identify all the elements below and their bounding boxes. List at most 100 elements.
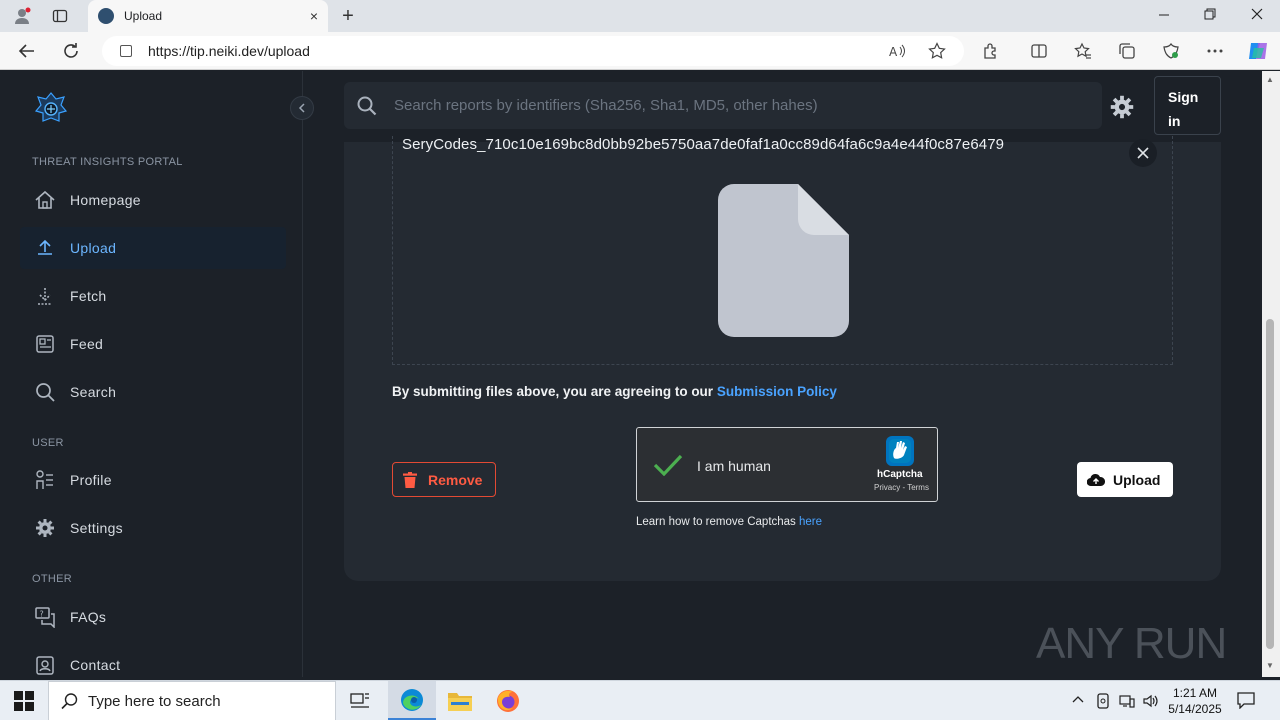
submission-policy-text: By submitting files above, you are agree… [392,384,837,399]
refresh-icon[interactable] [60,40,82,62]
lock-icon [120,45,132,57]
tray-volume-icon[interactable] [1142,693,1158,712]
selected-file-name: SeryCodes_710c10e169bc8d0bb92be5750aa7de… [402,136,1005,153]
split-screen-icon[interactable] [1030,42,1048,60]
upload-button[interactable]: Upload [1077,462,1173,497]
policy-text: By submitting files above, you are agree… [392,384,717,399]
portal-logo-icon[interactable] [34,91,68,127]
sidebar-item-search[interactable]: Search [20,371,286,413]
learn-text: Learn how to remove Captchas [636,516,800,528]
upload-panel: SeryCodes_710c10e169bc8d0bb92be5750aa7de… [344,136,1221,581]
sign-in-label-line2: in [1168,113,1181,129]
anyrun-watermark-logo: ANY RUN [1036,619,1227,668]
report-search-bar[interactable] [344,82,1102,129]
scrollbar-thumb[interactable] [1266,319,1274,649]
url-text: https://tip.neiki.dev/upload [148,43,310,59]
browser-tab-bar: Upload × + [0,0,1280,32]
chevron-left-icon [298,103,305,113]
profile-avatar-icon[interactable] [12,6,32,26]
download-icon [34,285,56,307]
sidebar-item-label: Settings [70,520,123,536]
search-icon [34,381,56,403]
learn-remove-captcha-text: Learn how to remove Captchas here [636,516,822,528]
cloud-upload-icon [1087,473,1105,486]
upload-label: Upload [1113,471,1161,488]
close-tab-icon[interactable]: × [310,8,318,24]
sidebar-item-faqs[interactable]: ? FAQs [20,596,286,638]
tab-actions-icon[interactable] [50,6,70,26]
favorite-star-icon[interactable] [928,42,946,60]
tray-network-icon[interactable] [1119,693,1135,712]
svg-text:A: A [889,45,898,59]
site-favicon-icon [98,8,114,24]
windows-start-icon[interactable] [14,691,34,711]
taskbar-clock[interactable]: 1:21 AM 5/14/2025 [1160,685,1230,717]
taskbar-edge-icon[interactable] [388,681,436,720]
notification-center-icon[interactable] [1236,691,1256,709]
tray-chevron-up-icon[interactable] [1072,693,1084,707]
sidebar-item-label: Profile [70,472,112,488]
task-view-icon[interactable] [336,681,384,720]
search-icon [61,693,78,710]
extensions-icon[interactable] [982,42,1000,60]
favorites-icon[interactable] [1074,42,1092,60]
sidebar-item-label: Search [70,384,117,400]
sidebar: THREAT INSIGHTS PORTAL Homepage Upload F… [4,71,303,677]
sidebar-item-label: Fetch [70,288,107,304]
contact-icon [34,654,56,676]
captcha-terms[interactable]: Privacy - Terms [874,483,929,492]
restore-icon[interactable] [1204,4,1216,27]
tray-meet-icon[interactable] [1096,693,1110,712]
copilot-icon[interactable] [1246,39,1270,63]
url-field[interactable]: https://tip.neiki.dev/upload [102,36,964,66]
sidebar-item-homepage[interactable]: Homepage [20,179,286,221]
learn-here-link[interactable]: here [799,516,822,528]
hcaptcha-widget[interactable]: I am human hCaptcha Privacy - Terms [636,427,938,502]
taskbar-search-box[interactable]: Type here to search [48,681,336,720]
home-icon [34,189,56,211]
new-tab-icon[interactable]: + [338,5,358,27]
settings-gear-icon[interactable] [1109,94,1135,120]
back-icon[interactable] [16,40,38,62]
sidebar-item-label: FAQs [70,609,107,625]
scroll-down-arrow-icon[interactable]: ▼ [1266,661,1274,670]
submission-policy-link[interactable]: Submission Policy [717,384,837,399]
page-scrollbar[interactable]: ▲ ▼ [1262,71,1280,677]
checkmark-icon [653,454,683,476]
close-window-icon[interactable] [1250,4,1264,27]
taskbar-firefox-icon[interactable] [484,681,532,720]
read-aloud-icon[interactable]: A [888,42,906,60]
section-label-portal: THREAT INSIGHTS PORTAL [32,156,183,168]
profile-icon [34,469,56,491]
remove-button[interactable]: Remove [392,462,496,497]
taskbar-file-explorer-icon[interactable] [436,681,484,720]
sidebar-item-label: Homepage [70,192,141,208]
windows-taskbar: Type here to search 1:21 AM 5/14/2025 [0,680,1280,720]
more-menu-icon[interactable] [1206,42,1224,60]
sign-in-label-line1: Sign [1168,89,1199,105]
section-label-other: OTHER [32,573,72,585]
sidebar-item-settings[interactable]: Settings [20,507,286,549]
captcha-label: I am human [697,458,771,474]
clock-date: 5/14/2025 [1168,702,1222,716]
scroll-up-arrow-icon[interactable]: ▲ [1266,75,1274,84]
sidebar-item-contact[interactable]: Contact [20,644,286,677]
taskbar-search-placeholder: Type here to search [88,692,221,710]
remove-file-close-icon[interactable] [1129,139,1157,167]
sidebar-item-feed[interactable]: Feed [20,323,286,365]
gear-icon [34,517,56,539]
search-input[interactable] [394,97,1074,114]
sidebar-item-upload[interactable]: Upload [20,227,286,269]
svg-text:?: ? [40,610,44,619]
sign-in-button[interactable]: Sign in [1154,76,1221,135]
file-dropzone[interactable]: SeryCodes_710c10e169bc8d0bb92be5750aa7de… [392,136,1173,365]
faq-icon: ? [34,606,56,628]
sidebar-item-fetch[interactable]: Fetch [20,275,286,317]
minimize-icon[interactable] [1158,4,1170,27]
sidebar-item-label: Feed [70,336,104,352]
browser-essentials-icon[interactable] [1162,42,1180,60]
collapse-sidebar-button[interactable] [290,96,314,120]
browser-tab-upload[interactable]: Upload × [88,0,328,32]
collections-icon[interactable] [1118,42,1136,60]
sidebar-item-profile[interactable]: Profile [20,459,286,501]
